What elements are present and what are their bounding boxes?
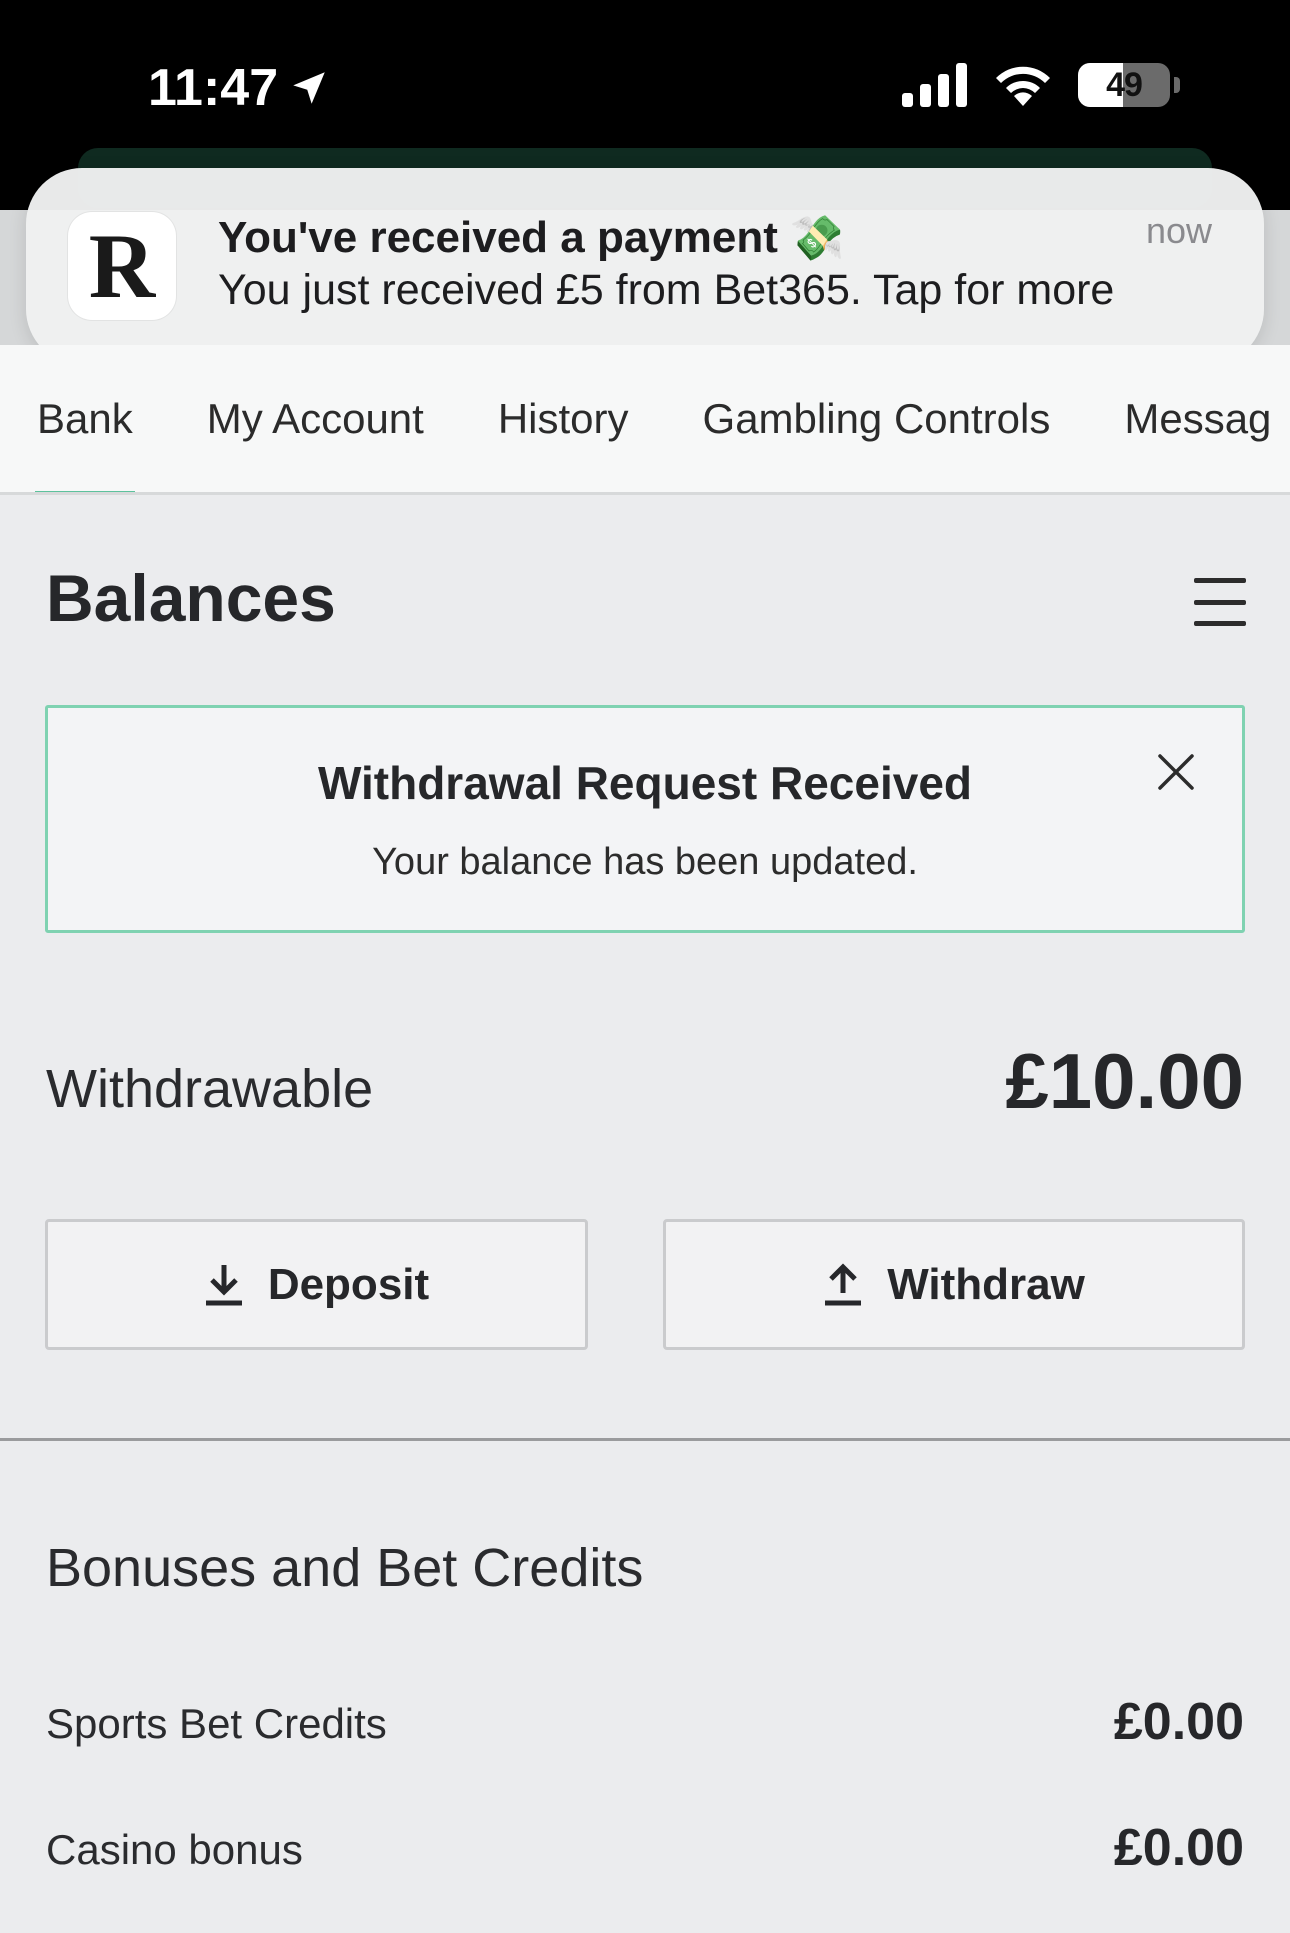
withdrawable-label: Withdrawable [46, 1059, 374, 1119]
deposit-label: Deposit [267, 1259, 430, 1309]
account-tabs: Bank My Account History Gambling Control… [0, 345, 1290, 495]
battery-body: 49 [1078, 63, 1170, 107]
tab-bank[interactable]: Bank [35, 345, 135, 492]
notification-title: You've received a payment 💸 [218, 212, 845, 264]
tab-history[interactable]: History [498, 345, 629, 492]
notification-body: You just received £5 from Bet365. Tap fo… [218, 266, 1115, 314]
withdraw-label: Withdraw [887, 1259, 1085, 1309]
screen: 11:47 49 R You've received a payment 💸 Y… [0, 0, 1290, 1933]
download-icon [205, 1264, 242, 1305]
upload-icon [825, 1262, 862, 1305]
payment-notification[interactable]: R You've received a payment 💸 You just r… [26, 168, 1264, 365]
location-arrow-icon [293, 72, 325, 104]
withdrawable-amount: £10.00 [1005, 1037, 1244, 1125]
cellular-signal-icon [902, 63, 967, 107]
withdraw-button[interactable]: Withdraw [663, 1219, 1245, 1350]
alert-title: Withdrawal Request Received [318, 757, 972, 809]
page-title: Balances [46, 561, 336, 635]
section-divider [0, 1438, 1290, 1441]
casino-bonus-label: Casino bonus [46, 1826, 303, 1873]
wifi-icon [996, 66, 1050, 106]
withdrawal-alert: Withdrawal Request Received Your balance… [45, 705, 1245, 933]
hamburger-menu-icon[interactable] [1194, 578, 1246, 626]
tab-my-account[interactable]: My Account [207, 345, 424, 492]
notification-time: now [1145, 210, 1212, 251]
battery-nub [1174, 77, 1180, 93]
tab-messages[interactable]: Messag [1124, 345, 1271, 492]
alert-text: Your balance has been updated. [372, 841, 918, 883]
sports-bet-credits-label: Sports Bet Credits [46, 1700, 387, 1747]
deposit-button[interactable]: Deposit [45, 1219, 588, 1350]
casino-bonus-value: £0.00 [1113, 1819, 1244, 1877]
battery-level: 49 [1106, 65, 1143, 104]
status-time: 11:47 [148, 58, 330, 118]
revolut-app-icon: R [68, 212, 176, 320]
notification-title-text: You've received a payment [218, 213, 778, 262]
status-icons: 49 [902, 62, 1180, 108]
time-text: 11:47 [148, 59, 279, 117]
sports-bet-credits-value: £0.00 [1113, 1693, 1244, 1751]
app-initial: R [88, 215, 156, 317]
bonuses-title: Bonuses and Bet Credits [46, 1538, 644, 1598]
battery-icon: 49 [1078, 63, 1180, 107]
close-icon[interactable] [1154, 750, 1198, 794]
money-wings-icon: 💸 [789, 214, 845, 263]
tab-gambling-controls[interactable]: Gambling Controls [703, 345, 1051, 492]
